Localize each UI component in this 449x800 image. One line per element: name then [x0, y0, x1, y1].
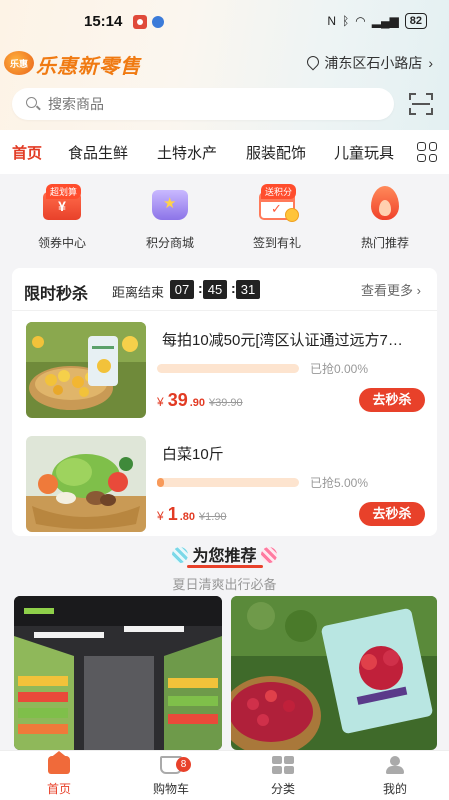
all-categories-grid-icon[interactable] — [417, 142, 437, 162]
countdown-separator: : — [231, 280, 236, 296]
wifi-icon: ◠ — [355, 14, 366, 28]
countdown-separator: : — [198, 280, 203, 296]
recommend-underline — [187, 565, 263, 568]
quick-link-tag: 超划算 — [46, 184, 82, 199]
sold-progress-bar — [157, 364, 299, 373]
nav-home[interactable]: 首页 — [24, 756, 94, 797]
nav-label: 购物车 — [152, 782, 189, 796]
chevron-right-icon: › — [416, 283, 421, 298]
flash-sale-card: 限时秒杀 距离结束 07 : 45 : 31 查看更多 › 每拍10减50元[湾… — [12, 268, 437, 536]
search-input[interactable] — [48, 96, 348, 112]
quick-link-label: 热门推荐 — [360, 236, 409, 250]
chevron-right-icon: › — [428, 55, 433, 71]
flash-sale-product[interactable]: 白菜10斤 已抢5.00% ¥1.80 ¥1.90 去秒杀 — [12, 436, 437, 546]
quick-link-label: 积分商城 — [145, 236, 194, 250]
coin-icon — [285, 208, 299, 222]
view-more-link[interactable]: 查看更多 › — [361, 280, 421, 299]
signal-icon: ▂▄▆ — [371, 14, 399, 28]
tab-local-seafood[interactable]: 土特水产 — [157, 142, 217, 163]
cart-badge: 8 — [176, 757, 191, 772]
product-image-cabbage — [26, 436, 146, 532]
sold-percentage: 已抢0.00% — [310, 362, 369, 376]
countdown-hours: 07 — [170, 280, 194, 299]
sold-percentage: 已抢5.00% — [310, 476, 369, 490]
app-logo-text: 乐惠新零售 — [36, 56, 141, 78]
logo-icon: 乐惠 — [4, 51, 34, 75]
battery-icon: 82 — [404, 13, 427, 29]
category-tabs: 首页 食品生鲜 土特水产 服装配饰 儿童玩具 — [0, 130, 449, 174]
quick-links: 超划算 ¥ 领券中心 积分商城 送积分 签到有礼 热门推荐 — [0, 176, 449, 264]
hot-flame-icon — [371, 186, 399, 220]
bottom-nav: 首页 购物车 8 分类 我的 — [0, 750, 449, 800]
flash-buy-button[interactable]: 去秒杀 — [359, 388, 425, 412]
search-icon — [26, 97, 40, 111]
tab-home[interactable]: 首页 — [12, 142, 42, 163]
countdown-label: 距离结束 — [112, 285, 165, 300]
quick-link-coupons[interactable]: 超划算 ¥ 领券中心 — [17, 182, 107, 251]
home-icon — [48, 756, 70, 774]
sold-progress-fill — [157, 478, 165, 487]
product-price: ¥1.80 ¥1.90 — [157, 504, 227, 524]
scan-icon[interactable] — [409, 93, 433, 115]
flash-buy-button[interactable]: 去秒杀 — [359, 502, 425, 526]
status-bar: 15:14 N ᛒ ◠ ▂▄▆ 82 — [0, 0, 449, 42]
search-bar[interactable] — [12, 88, 394, 120]
nfc-icon: N — [327, 14, 337, 28]
product-price: ¥39.90 ¥39.90 — [157, 390, 243, 410]
nav-label: 分类 — [270, 782, 295, 796]
product-image-tea — [26, 322, 146, 418]
recommend-title: 为您推荐 — [0, 542, 449, 566]
flash-sale-product[interactable]: 每拍10减50元[湾区认证通过远方7… 已抢0.00% ¥39.90 ¥39.90… — [12, 322, 437, 432]
countdown-minutes: 45 — [203, 280, 227, 299]
quick-link-hot[interactable]: 热门推荐 — [340, 182, 430, 251]
quick-link-tag: 送积分 — [261, 184, 297, 199]
quick-link-label: 领券中心 — [37, 236, 86, 250]
bluetooth-icon: ᛒ — [342, 14, 350, 28]
flash-sale-header: 限时秒杀 距离结束 07 : 45 : 31 查看更多 › — [12, 268, 437, 310]
category-icon — [272, 756, 294, 774]
nav-cart[interactable]: 购物车 — [136, 756, 206, 797]
tab-kids-toys[interactable]: 儿童玩具 — [334, 142, 394, 163]
profile-icon — [384, 756, 406, 774]
notification-app-icon-2 — [152, 16, 164, 28]
points-mall-icon — [152, 190, 188, 220]
nav-category[interactable]: 分类 — [248, 756, 318, 797]
tab-clothing[interactable]: 服装配饰 — [246, 142, 306, 163]
recommend-subtitle: 夏日清爽出行必备 — [172, 577, 277, 592]
divider — [12, 310, 437, 311]
product-name: 白菜10斤 — [162, 446, 224, 463]
system-icons: N ᛒ ◠ ▂▄▆ 82 — [327, 13, 427, 29]
store-location-label: 浦东区石小路店 — [324, 55, 423, 71]
recommend-card-store[interactable] — [14, 596, 222, 750]
nav-profile[interactable]: 我的 — [360, 756, 430, 797]
quick-link-points-mall[interactable]: 积分商城 — [125, 182, 215, 251]
original-price: ¥1.90 — [199, 511, 227, 523]
original-price: ¥39.90 — [209, 397, 243, 409]
nav-label: 首页 — [46, 782, 71, 796]
quick-link-label: 签到有礼 — [252, 236, 301, 250]
status-time: 15:14 — [84, 13, 123, 30]
countdown-seconds: 31 — [236, 280, 260, 299]
notification-app-icon — [133, 15, 147, 29]
sold-progress-bar — [157, 478, 299, 487]
tab-fresh-food[interactable]: 食品生鲜 — [68, 142, 128, 163]
location-pin-icon — [306, 56, 318, 70]
decor-ball-icon — [172, 547, 189, 563]
nav-label: 我的 — [382, 782, 407, 796]
header-bar: 乐惠 乐惠新零售 浦东区石小路店 › — [0, 46, 449, 78]
flash-sale-title: 限时秒杀 — [24, 286, 89, 303]
store-location[interactable]: 浦东区石小路店 › — [306, 53, 433, 73]
quick-link-checkin[interactable]: 送积分 签到有礼 — [232, 182, 322, 251]
product-name: 每拍10减50元[湾区认证通过远方7… — [162, 332, 403, 349]
view-more-label: 查看更多 — [361, 283, 414, 298]
recommend-card-berries[interactable] — [231, 596, 437, 750]
decor-ball-icon — [260, 547, 277, 563]
